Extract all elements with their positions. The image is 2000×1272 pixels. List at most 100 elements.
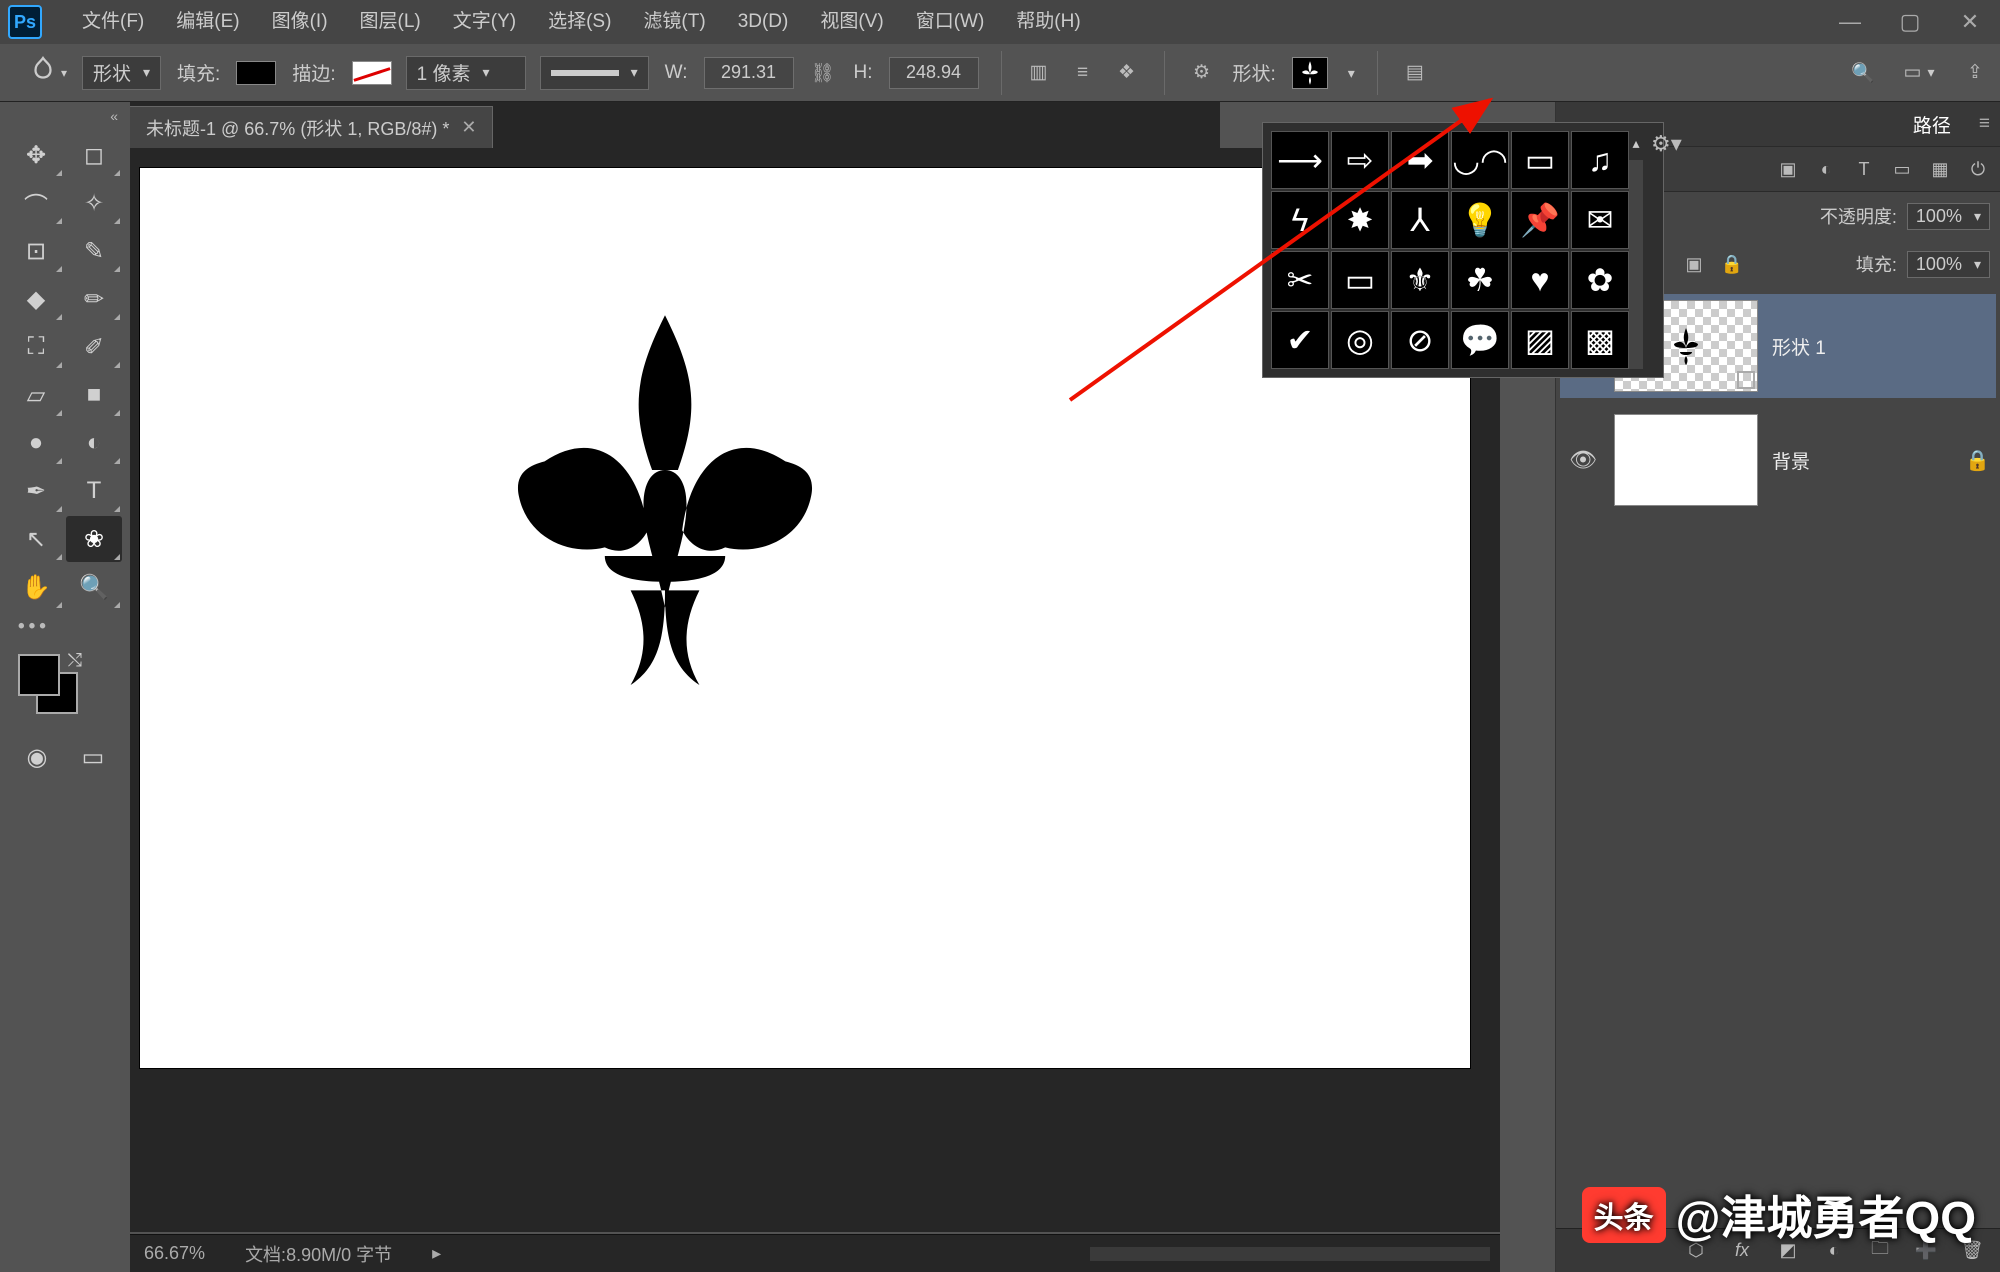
menu-filter[interactable]: 滤镜(T) (627, 0, 721, 44)
tool-stamp[interactable]: ⛶ (8, 324, 64, 370)
shape-item-banner[interactable]: ◡◠ (1451, 131, 1509, 189)
status-chevron-icon[interactable]: ▸ (432, 1243, 441, 1264)
menu-view[interactable]: 视图(V) (804, 0, 899, 44)
fill-opacity-input[interactable]: 100% (1907, 251, 1990, 278)
menu-help[interactable]: 帮助(H) (1000, 0, 1096, 44)
color-swatches[interactable]: ⤭ (18, 654, 78, 714)
tool-crop[interactable]: ⊡ (8, 228, 64, 274)
foreground-color-swatch[interactable] (18, 654, 60, 696)
filter-type-icon[interactable]: T (1850, 155, 1878, 183)
opacity-input[interactable]: 100% (1907, 203, 1990, 230)
shape-item-scissors[interactable]: ✂ (1271, 251, 1329, 309)
filter-adjust-icon[interactable]: ◐ (1812, 155, 1840, 183)
horizontal-scrollbar[interactable] (1090, 1247, 1490, 1261)
share-icon[interactable]: ⇪ (1960, 58, 1990, 88)
menu-image[interactable]: 图像(I) (256, 0, 344, 44)
tool-magic-wand[interactable]: ✧ (66, 180, 122, 226)
shape-item-heart[interactable]: ♥ (1511, 251, 1569, 309)
tool-dodge[interactable]: ◐ (66, 420, 122, 466)
tool-mode-select[interactable]: 形状 (82, 56, 161, 90)
shape-item-arrow-right[interactable]: ➡ (1391, 131, 1449, 189)
tool-indicator-icon[interactable]: ▾ (24, 51, 68, 95)
layer-name[interactable]: 形状 1 (1772, 333, 1990, 360)
panel-menu-icon[interactable]: ≡ (1979, 113, 1990, 135)
shape-item-blob[interactable]: ☘ (1451, 251, 1509, 309)
tool-blur[interactable]: ● (8, 420, 64, 466)
shape-item-hatch[interactable]: ▨ (1511, 311, 1569, 369)
filter-image-icon[interactable]: ▣ (1774, 155, 1802, 183)
tool-pen[interactable]: ✒ (8, 468, 64, 514)
width-input[interactable] (704, 57, 794, 89)
shape-item-speech[interactable]: 💬 (1451, 311, 1509, 369)
tool-eraser[interactable]: ▱ (8, 372, 64, 418)
shape-item-burst[interactable]: ✸ (1331, 191, 1389, 249)
tool-move[interactable]: ✥ (8, 132, 64, 178)
lock-all-icon[interactable]: 🔒 (1718, 250, 1746, 278)
close-tab-icon[interactable]: ✕ (461, 117, 476, 138)
arrange-icon[interactable]: ❖ (1112, 58, 1142, 88)
shape-item-frame[interactable]: ▭ (1511, 131, 1569, 189)
toolbox-more[interactable]: ••• (0, 610, 130, 644)
shape-item-bolt[interactable]: ϟ (1271, 191, 1329, 249)
swap-colors-icon[interactable]: ⤭ (68, 650, 82, 671)
tab-paths[interactable]: 路径 (1913, 111, 1951, 138)
stroke-width-select[interactable]: 1 像素 (406, 56, 526, 90)
menu-window[interactable]: 窗口(W) (900, 0, 1001, 44)
stroke-style-select[interactable] (540, 56, 649, 90)
shape-item-envelope[interactable]: ✉ (1571, 191, 1629, 249)
align-edges-icon[interactable]: ▤ (1400, 58, 1430, 88)
menu-type[interactable]: 文字(Y) (437, 0, 532, 44)
menu-layer[interactable]: 图层(L) (344, 0, 437, 44)
menu-file[interactable]: 文件(F) (66, 0, 160, 44)
shape-item-check[interactable]: ✔ (1271, 311, 1329, 369)
align-icon[interactable]: ≡ (1068, 58, 1098, 88)
document-tab[interactable]: 未标题-1 @ 66.7% (形状 1, RGB/8#) * ✕ (130, 106, 493, 148)
shape-item-pin[interactable]: 📌 (1511, 191, 1569, 249)
shape-item-bulb[interactable]: 💡 (1451, 191, 1509, 249)
tool-custom-shape[interactable]: ❀ (66, 516, 122, 562)
fill-swatch[interactable] (236, 61, 276, 85)
zoom-level[interactable]: 66.67% (144, 1243, 205, 1264)
toolbox-collapse-icon[interactable]: « (110, 108, 118, 124)
shape-item-grass[interactable]: ⅄ (1391, 191, 1449, 249)
quick-mask-icon[interactable]: ◉ (18, 734, 56, 780)
path-ops-icon[interactable]: ▥ (1024, 58, 1054, 88)
shape-item-arrow-thin[interactable]: ⟶ (1271, 131, 1329, 189)
document-info[interactable]: 文档:8.90M/0 字节 (245, 1241, 392, 1267)
link-wh-icon[interactable]: ⛓ (808, 58, 838, 88)
filter-toggle-icon[interactable]: ⏻ (1964, 155, 1992, 183)
stroke-swatch[interactable] (352, 61, 392, 85)
window-close[interactable]: ✕ (1940, 0, 2000, 44)
tool-hand[interactable]: ✋ (8, 564, 64, 610)
tool-type[interactable]: T (66, 468, 122, 514)
shape-item-no[interactable]: ⊘ (1391, 311, 1449, 369)
tool-eyedropper[interactable]: ✎ (66, 228, 122, 274)
window-minimize[interactable]: — (1820, 0, 1880, 44)
shape-preview[interactable] (1292, 57, 1328, 89)
tool-path-select[interactable]: ↖ (8, 516, 64, 562)
shape-item-fleur[interactable]: ⚜ (1391, 251, 1449, 309)
menu-edit[interactable]: 编辑(E) (160, 0, 255, 44)
menu-select[interactable]: 选择(S) (532, 0, 627, 44)
layer-thumbnail[interactable] (1614, 414, 1758, 506)
shape-item-rect-outline[interactable]: ▭ (1331, 251, 1389, 309)
tool-patch[interactable]: ◆ (8, 276, 64, 322)
tool-lasso[interactable]: ⌒ (8, 180, 64, 226)
popup-scrollbar[interactable] (1629, 160, 1643, 369)
lock-artboard-icon[interactable]: ▣ (1680, 250, 1708, 278)
picker-menu-gear-icon[interactable]: ⚙▾ (1651, 131, 1682, 369)
shape-item-music-note[interactable]: ♫ (1571, 131, 1629, 189)
shape-item-checker[interactable]: ▩ (1571, 311, 1629, 369)
filter-shape-icon[interactable]: ▭ (1888, 155, 1916, 183)
shape-item-target[interactable]: ◎ (1331, 311, 1389, 369)
layer-row[interactable]: 👁 背景 🔒 (1560, 408, 1996, 512)
lock-icon[interactable]: 🔒 (1965, 448, 1990, 473)
shape-item-arrow-right-open[interactable]: ⇨ (1331, 131, 1389, 189)
search-icon[interactable]: 🔍 (1848, 58, 1878, 88)
gear-icon[interactable]: ⚙ (1187, 58, 1217, 88)
tool-marquee[interactable]: ◻ (66, 132, 122, 178)
tool-history-brush[interactable]: ✐ (66, 324, 122, 370)
tool-zoom[interactable]: 🔍 (66, 564, 122, 610)
filter-smart-icon[interactable]: ▦ (1926, 155, 1954, 183)
menu-3d[interactable]: 3D(D) (722, 0, 805, 44)
